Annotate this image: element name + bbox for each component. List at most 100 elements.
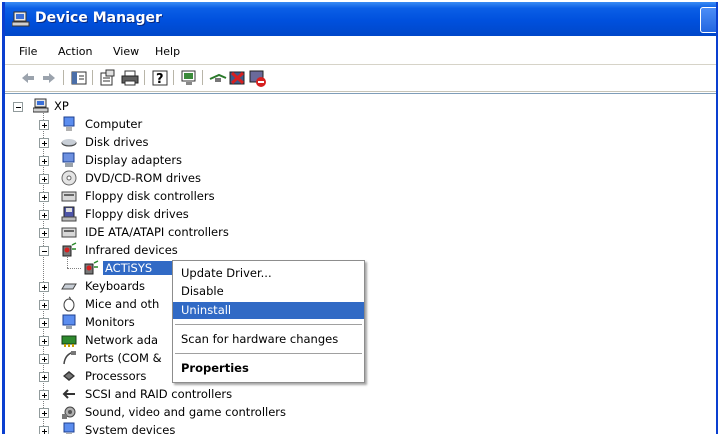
help-icon[interactable]: ?	[151, 69, 169, 87]
tree-item-computer[interactable]: Computer	[35, 116, 235, 133]
expand-toggle[interactable]	[39, 210, 49, 220]
infrared-device-icon	[84, 260, 99, 275]
dvd-drive-icon	[61, 170, 77, 186]
back-icon[interactable]	[19, 69, 37, 87]
system-devices-icon	[63, 422, 75, 434]
menu-file[interactable]: File	[19, 45, 37, 58]
tree-item-scsi-controllers[interactable]: SCSI and RAID controllers	[35, 386, 275, 403]
computer-icon	[63, 116, 75, 131]
context-menu: Update Driver... Disable Uninstall Scan …	[172, 260, 365, 383]
monitor-icon	[62, 314, 76, 329]
expand-toggle[interactable]	[39, 228, 49, 238]
show-hide-tree-icon[interactable]	[70, 69, 88, 87]
tree-item-system-devices[interactable]: System devices	[35, 422, 235, 434]
tree-item-label: Network ada	[85, 333, 159, 347]
toolbar-separator	[173, 70, 174, 85]
expand-toggle[interactable]	[39, 300, 49, 310]
properties-icon[interactable]	[99, 69, 117, 87]
tree-item-monitors[interactable]: Monitors	[35, 314, 165, 331]
network-adapter-icon	[61, 335, 77, 347]
processor-icon	[63, 371, 75, 381]
expand-toggle[interactable]	[39, 336, 49, 346]
context-menu-scan[interactable]: Scan for hardware changes	[173, 331, 364, 348]
collapse-toggle[interactable]	[13, 102, 23, 112]
uninstall-icon[interactable]	[229, 69, 247, 87]
tree-item-sound-controllers[interactable]: Sound, video and game controllers	[35, 404, 315, 421]
tree-item-infrared-devices[interactable]: Infrared devices	[35, 242, 235, 259]
tree-connector	[67, 257, 68, 268]
toolbar-separator	[92, 70, 93, 85]
scan-hardware-icon[interactable]	[180, 69, 198, 87]
expand-toggle[interactable]	[39, 282, 49, 292]
window-title: Device Manager	[35, 10, 162, 26]
tree-item-floppy-drives[interactable]: Floppy disk drives	[35, 206, 235, 223]
update-driver-icon[interactable]	[209, 69, 227, 87]
expand-toggle[interactable]	[39, 138, 49, 148]
tree-item-display-adapters[interactable]: Display adapters	[35, 152, 235, 169]
scsi-icon	[62, 389, 75, 399]
floppy-drive-icon	[61, 206, 77, 222]
tree-item-ports[interactable]: Ports (COM &	[35, 350, 165, 367]
tree-item-keyboards[interactable]: Keyboards	[35, 278, 185, 295]
context-menu-update-driver[interactable]: Update Driver...	[173, 265, 364, 282]
port-icon	[63, 351, 76, 365]
sound-icon	[62, 406, 76, 419]
expand-toggle[interactable]	[39, 372, 49, 382]
forward-icon[interactable]	[40, 69, 58, 87]
menu-view[interactable]: View	[113, 45, 139, 58]
disk-drive-icon	[61, 139, 77, 147]
tree-item-label: Mice and oth	[85, 297, 160, 311]
tree-item-label: Ports (COM &	[85, 351, 162, 365]
svg-text:?: ?	[156, 72, 164, 87]
minimize-button[interactable]	[700, 7, 716, 33]
tree-item-label: DVD/CD-ROM drives	[85, 171, 201, 185]
tree-item-dvd-drives[interactable]: DVD/CD-ROM drives	[35, 170, 235, 187]
menu-action[interactable]: Action	[58, 45, 92, 58]
mouse-icon	[63, 296, 75, 312]
print-icon[interactable]	[121, 69, 139, 87]
expand-toggle[interactable]	[39, 318, 49, 328]
context-menu-properties[interactable]: Properties	[173, 360, 364, 377]
tree-item-label: IDE ATA/ATAPI controllers	[85, 225, 229, 239]
toolbar-separator	[202, 70, 203, 85]
device-manager-window: Device Manager File Action View Help ? X…	[2, 2, 718, 434]
disable-icon[interactable]	[249, 69, 267, 87]
tree-item-label: System devices	[85, 423, 176, 434]
expand-toggle[interactable]	[39, 156, 49, 166]
tree-item-label: Monitors	[85, 315, 135, 329]
context-menu-separator	[175, 324, 362, 325]
tree-item-label: Sound, video and game controllers	[85, 405, 287, 419]
tree-item-label: SCSI and RAID controllers	[85, 387, 233, 401]
collapse-toggle[interactable]	[39, 246, 49, 256]
floppy-controller-icon	[61, 191, 77, 202]
tree-item-network-adapters[interactable]: Network ada	[35, 332, 165, 349]
title-bar[interactable]: Device Manager	[5, 2, 716, 36]
toolbar: ?	[5, 65, 716, 92]
tree-item-processors[interactable]: Processors	[35, 368, 165, 385]
context-menu-separator	[175, 353, 362, 354]
expand-toggle[interactable]	[39, 192, 49, 202]
context-menu-uninstall[interactable]: Uninstall	[173, 302, 364, 319]
toolbar-separator	[63, 70, 64, 85]
tree-item-disk-drives[interactable]: Disk drives	[35, 134, 235, 151]
context-menu-disable[interactable]: Disable	[173, 283, 364, 300]
expand-toggle[interactable]	[39, 120, 49, 130]
tree-item-label: Disk drives	[85, 135, 149, 149]
expand-toggle[interactable]	[39, 426, 49, 434]
menu-help[interactable]: Help	[155, 45, 180, 58]
expand-toggle[interactable]	[39, 390, 49, 400]
ide-controller-icon	[61, 227, 77, 238]
infrared-icon	[62, 242, 77, 257]
expand-toggle[interactable]	[39, 408, 49, 418]
tree-item-label: Infrared devices	[85, 243, 178, 257]
tree-root-label: XP	[54, 99, 69, 113]
toolbar-separator	[144, 70, 145, 85]
tree-item-label: Processors	[85, 369, 147, 383]
expand-toggle[interactable]	[39, 174, 49, 184]
tree-root[interactable]: XP	[13, 98, 133, 115]
display-adapter-icon	[62, 152, 75, 167]
expand-toggle[interactable]	[39, 354, 49, 364]
tree-item-floppy-controllers[interactable]: Floppy disk controllers	[35, 188, 235, 205]
tree-item-mice[interactable]: Mice and oth	[35, 296, 165, 313]
tree-item-ide-controllers[interactable]: IDE ATA/ATAPI controllers	[35, 224, 255, 241]
